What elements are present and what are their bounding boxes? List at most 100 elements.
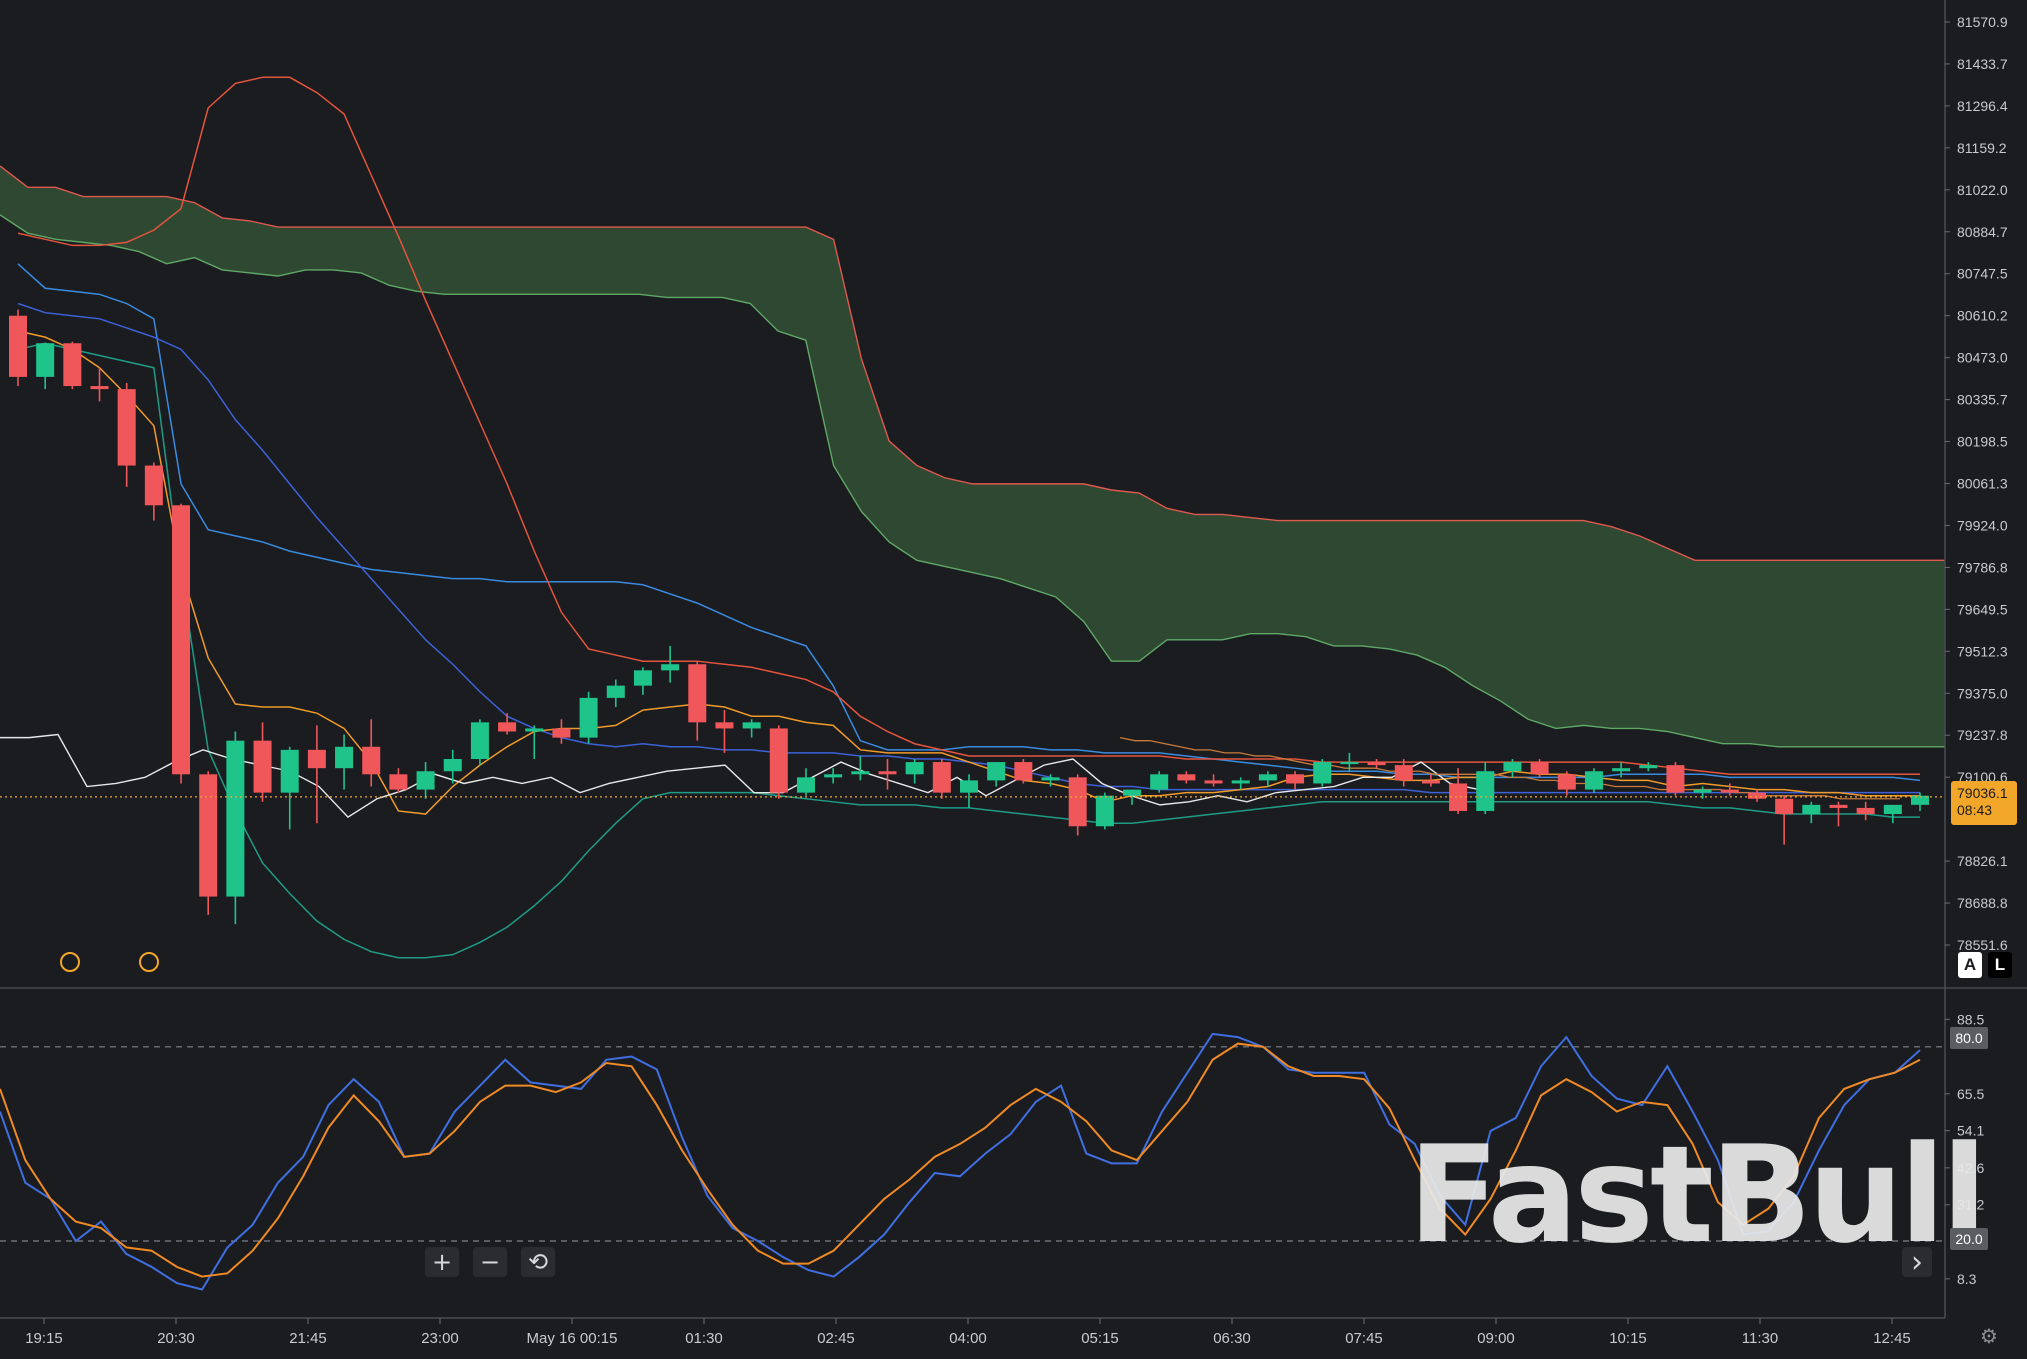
fastbull-watermark: FastBull (1408, 1117, 1987, 1273)
candle-body[interactable] (144, 465, 163, 506)
candle-body[interactable] (1231, 780, 1250, 784)
candle-body[interactable] (606, 685, 625, 698)
price-tick-label: 81159.2 (1957, 140, 2007, 156)
candle-body[interactable] (1367, 762, 1386, 766)
candle-body[interactable] (796, 777, 815, 793)
candle-body[interactable] (715, 722, 734, 729)
candle-body[interactable] (905, 762, 924, 775)
candle-body[interactable] (1258, 774, 1277, 781)
candle-body[interactable] (1829, 804, 1848, 808)
candle-body[interactable] (9, 315, 27, 377)
candle-body[interactable] (1123, 789, 1142, 796)
candle-body[interactable] (525, 728, 544, 732)
zoom-in-button[interactable]: + (425, 1247, 459, 1277)
time-tick-label: 02:45 (817, 1330, 855, 1347)
candle-body[interactable] (824, 774, 843, 778)
candle-body[interactable] (498, 722, 517, 732)
candle-body[interactable] (280, 749, 299, 793)
scroll-right-button[interactable]: › (1902, 1245, 1932, 1280)
candle-body[interactable] (335, 746, 354, 769)
gear-icon[interactable]: ⚙ (1980, 1324, 2004, 1348)
candle-body[interactable] (579, 697, 598, 738)
reset-chart-button[interactable]: ⟲ (521, 1247, 555, 1277)
candle-body[interactable] (1720, 789, 1739, 793)
candle-body[interactable] (443, 759, 462, 772)
candle-body[interactable] (1612, 768, 1631, 772)
candle-body[interactable] (987, 762, 1006, 781)
candle-body[interactable] (362, 746, 381, 775)
candle-body[interactable] (36, 343, 55, 377)
candle-body[interactable] (1557, 774, 1576, 790)
candle-body[interactable] (688, 664, 707, 723)
candle-body[interactable] (1503, 762, 1522, 772)
candle-body[interactable] (552, 728, 571, 738)
candle-body[interactable] (1802, 804, 1821, 815)
time-tick-label: 06:30 (1213, 1330, 1251, 1347)
price-tick-label: 79924.0 (1957, 517, 2008, 533)
candle-body[interactable] (1095, 795, 1114, 827)
candle-body[interactable] (960, 780, 978, 793)
candle-body[interactable] (226, 740, 245, 897)
price-tick-label: 81296.4 (1957, 98, 2008, 114)
candle-body[interactable] (1204, 780, 1223, 784)
zoom-out-button[interactable]: − (473, 1247, 507, 1277)
candle-body[interactable] (1856, 807, 1875, 815)
candle-body[interactable] (661, 664, 680, 671)
candle-body[interactable] (389, 774, 408, 790)
time-tick-label: 07:45 (1345, 1330, 1383, 1347)
auto-scale-toggle[interactable]: A (1958, 952, 1982, 978)
candle-body[interactable] (1177, 774, 1196, 781)
last-price-value: 79036.1 (1957, 785, 2008, 801)
time-tick-label: 04:00 (949, 1330, 987, 1347)
last-price-tag: 79036.1 08:43 (1951, 781, 2017, 825)
candle-body[interactable] (742, 722, 761, 729)
log-scale-toggle[interactable]: L (1988, 952, 2012, 978)
price-tick-label: 80198.5 (1957, 434, 2008, 450)
candle-body[interactable] (416, 771, 435, 790)
price-tick-label: 80747.5 (1957, 266, 2008, 282)
candle-body[interactable] (1340, 762, 1359, 765)
candle-body[interactable] (1394, 765, 1413, 781)
candle-body[interactable] (1421, 780, 1440, 784)
candle-body[interactable] (1693, 789, 1712, 793)
candle-body[interactable] (1068, 777, 1087, 827)
candle-body[interactable] (1014, 762, 1033, 781)
candle-body[interactable] (1883, 804, 1902, 815)
time-tick-label: 11:30 (1742, 1330, 1778, 1347)
price-tick-label: 78826.1 (1957, 853, 2008, 869)
candle-body[interactable] (851, 771, 870, 775)
candle-body[interactable] (633, 670, 652, 686)
candle-body[interactable] (1286, 774, 1305, 784)
candle-body[interactable] (1666, 765, 1685, 793)
candle-body[interactable] (1775, 798, 1794, 815)
price-tick-label: 81433.7 (1957, 56, 2008, 72)
price-tick-label: 80061.3 (1957, 475, 2008, 491)
candle-body[interactable] (63, 343, 82, 387)
candle-body[interactable] (470, 722, 489, 760)
candle-body[interactable] (199, 774, 218, 897)
candle-countdown: 08:43 (1957, 802, 1993, 818)
time-tick-label: 19:15 (25, 1330, 63, 1347)
candle-body[interactable] (1476, 771, 1495, 811)
candle-body[interactable] (769, 728, 788, 793)
time-tick-label: 12:45 (1873, 1330, 1911, 1347)
candle-body[interactable] (1150, 774, 1169, 790)
candle-body[interactable] (1530, 762, 1549, 775)
time-tick-label: 05:15 (1081, 1330, 1119, 1347)
candle-body[interactable] (932, 762, 951, 793)
candle-body[interactable] (1041, 777, 1060, 781)
candle-body[interactable] (1584, 771, 1603, 790)
price-tick-label: 79786.8 (1957, 559, 2008, 575)
time-tick-label: 20:30 (157, 1330, 195, 1347)
candle-body[interactable] (1639, 765, 1658, 769)
time-tick-label: 10:15 (1609, 1330, 1647, 1347)
time-tick-label: 23:00 (421, 1330, 459, 1347)
candle-body[interactable] (90, 386, 109, 390)
candle-body[interactable] (172, 505, 191, 775)
candle-body[interactable] (1747, 792, 1766, 799)
candle-body[interactable] (307, 749, 326, 769)
candle-body[interactable] (117, 389, 136, 466)
candle-body[interactable] (1313, 762, 1332, 784)
candle-body[interactable] (878, 771, 897, 775)
candle-body[interactable] (253, 740, 272, 793)
